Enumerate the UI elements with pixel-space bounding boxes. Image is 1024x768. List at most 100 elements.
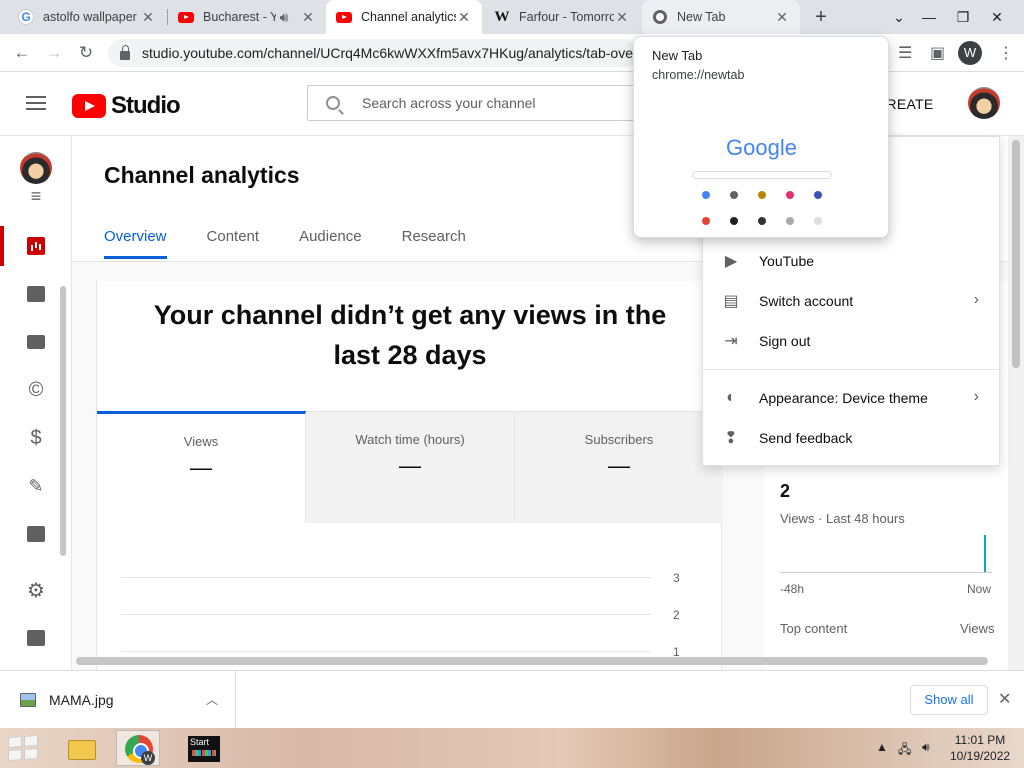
realtime-subtitle: Views · Last 48 hours [780, 511, 905, 526]
realtime-axis [780, 572, 992, 573]
new-tab-button[interactable]: + [810, 6, 832, 28]
youtube-icon [336, 9, 352, 25]
menu-item-label: Send feedback [759, 430, 853, 446]
taskbar-chrome[interactable]: W [116, 730, 160, 766]
sidebar-scrollbar[interactable] [60, 286, 66, 556]
minimize-button[interactable]: — [912, 0, 946, 34]
taskbar-file-explorer[interactable] [60, 730, 104, 766]
google-icon: G [18, 9, 34, 25]
tab-preview-thumbnail: Google [634, 95, 888, 237]
account-avatar[interactable] [968, 87, 1000, 119]
comments-icon [27, 286, 45, 302]
shortcut-icon [786, 217, 794, 225]
close-tab-icon[interactable]: ✕ [774, 9, 790, 26]
tab-astolfo-wallpaper[interactable]: G astolfo wallpaper ✕ [8, 0, 166, 34]
volume-icon[interactable]: 🔊︎ [922, 740, 930, 755]
studio-logo[interactable]: Studio [72, 92, 181, 120]
menu-item-switch-account[interactable]: ▤ Switch account › [703, 281, 1001, 321]
preview-search-bar [692, 171, 832, 179]
switch-account-icon: ▤ [723, 293, 739, 310]
chevron-right-icon: › [973, 291, 979, 308]
sidebar-item-feedback[interactable] [0, 618, 72, 658]
sign-out-icon: ⇥ [724, 333, 738, 350]
restore-button[interactable]: ❐ [946, 0, 980, 34]
sidebar-playlists-icon[interactable]: ≡ [0, 186, 72, 206]
sidebar-item-settings[interactable]: ⚙ [0, 570, 72, 610]
reading-list-icon[interactable]: ☰ [898, 43, 912, 63]
tab-overview[interactable]: Overview [104, 228, 167, 259]
menu-item-appearance[interactable]: ◐ Appearance: Device theme › [703, 378, 1001, 418]
clock-date: 10/19/2022 [950, 749, 1011, 763]
image-file-icon [20, 693, 36, 707]
left-sidebar: ≡ © $ ✎ ⚙ [0, 136, 72, 670]
clock-time: 11:01 PM [954, 733, 1006, 747]
reload-icon[interactable]: ↻ [74, 41, 98, 65]
tab-bucharest[interactable]: Bucharest - Y 🔊︎ ✕ [168, 0, 326, 34]
tray-expand-icon[interactable]: ▲ [876, 740, 888, 754]
tab-search-chevron-icon[interactable]: ⌄ [882, 0, 916, 34]
more-menu-icon[interactable]: ⋮ [998, 43, 1014, 63]
channel-search-input[interactable]: Search across your channel [307, 85, 647, 121]
top-content-label: Top content [780, 621, 848, 636]
menu-item-label: YouTube [759, 253, 815, 269]
close-tab-icon[interactable]: ✕ [140, 9, 156, 26]
page-scrollbar-thumb[interactable] [1012, 140, 1020, 368]
chart-gridline [121, 614, 651, 615]
tab-audience[interactable]: Audience [299, 228, 362, 259]
sidebar-item-analytics[interactable] [0, 226, 72, 266]
taskbar-clock[interactable]: 11:01 PM 10/19/2022 [950, 732, 1010, 764]
audio-playing-icon[interactable]: 🔊︎ [276, 9, 292, 26]
menu-item-youtube[interactable]: ▶ YouTube [703, 241, 1001, 281]
show-all-button[interactable]: Show all [910, 685, 988, 715]
chart-gridline [121, 577, 651, 578]
menu-item-label: Appearance: Device theme [759, 390, 928, 406]
close-tab-icon[interactable]: ✕ [300, 9, 316, 26]
metric-watch-time[interactable]: Watch time (hours) — [306, 412, 515, 523]
shortcut-icon [814, 191, 822, 199]
headline-line-1: Your channel didn’t get any views in the [153, 300, 667, 330]
close-tab-icon[interactable]: ✕ [456, 9, 472, 26]
tab-content[interactable]: Content [207, 228, 260, 259]
dollar-icon: $ [30, 426, 42, 449]
taskbar-start-app[interactable]: Start [186, 730, 230, 766]
side-panel-icon[interactable]: ▣ [930, 43, 945, 63]
gear-icon: ⚙ [27, 579, 45, 602]
wikipedia-icon: W [494, 8, 510, 25]
menu-item-send-feedback[interactable]: ❢ Send feedback [703, 418, 1001, 458]
address-bar[interactable]: studio.youtube.com/channel/UCrq4Mc6kwWXX… [108, 39, 638, 67]
tab-title: New Tab [677, 10, 726, 24]
network-icon[interactable]: 🖧︎ [898, 740, 911, 761]
windows-start-button[interactable] [8, 734, 38, 762]
close-window-button[interactable]: ✕ [980, 0, 1014, 34]
menu-item-label: Sign out [759, 333, 811, 349]
channel-avatar[interactable] [20, 152, 52, 184]
forward-arrow-icon[interactable]: → [42, 41, 66, 65]
chevron-up-icon[interactable]: ︿ [206, 691, 218, 708]
realtime-x-end: Now [967, 582, 992, 596]
shortcut-icon [702, 191, 710, 199]
downloads-bar: MAMA.jpg ︿ Show all ✕ [0, 670, 1024, 729]
metric-views[interactable]: Views — [97, 411, 306, 523]
tab-title: astolfo wallpaper [43, 10, 137, 24]
download-item[interactable]: MAMA.jpg ︿ [0, 671, 236, 729]
headline-line-2: last 28 days [333, 340, 487, 370]
horizontal-scrollbar[interactable] [76, 657, 988, 665]
close-tab-icon[interactable]: ✕ [614, 9, 630, 26]
tab-channel-analytics[interactable]: Channel analytics ✕ [326, 0, 482, 34]
hamburger-menu-icon[interactable] [26, 96, 46, 110]
copyright-icon: © [28, 378, 44, 401]
menu-divider [703, 369, 1001, 370]
back-arrow-icon[interactable]: ← [10, 41, 34, 65]
shortcut-icon [702, 217, 710, 225]
metric-subscribers[interactable]: Subscribers — [515, 412, 723, 523]
tab-farfour[interactable]: W Farfour - Tomorro ✕ [484, 0, 640, 34]
tab-new-tab[interactable]: New Tab ✕ [642, 0, 800, 34]
chart-gridline [121, 651, 651, 652]
tab-title: Farfour - Tomorro [519, 10, 614, 24]
shortcut-icon [758, 217, 766, 225]
close-icon[interactable]: ✕ [998, 689, 1011, 709]
profile-avatar-button[interactable]: W [958, 41, 982, 65]
download-file-name: MAMA.jpg [49, 692, 114, 708]
tab-research[interactable]: Research [402, 228, 466, 259]
menu-item-sign-out[interactable]: ⇥ Sign out [703, 321, 1001, 361]
